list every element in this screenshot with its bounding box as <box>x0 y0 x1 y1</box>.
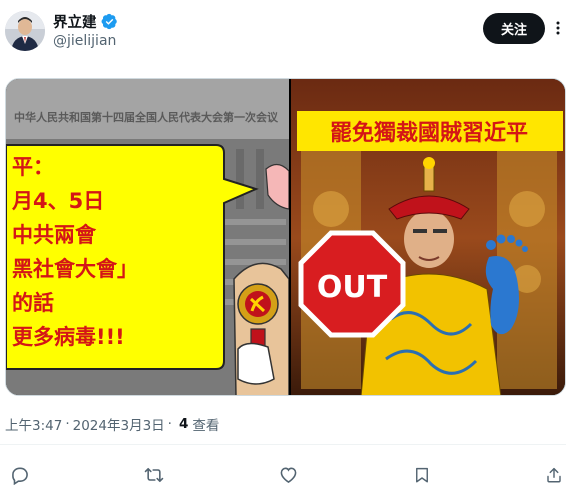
views-label: 查看 <box>192 418 220 434</box>
follow-button[interactable]: 关注 <box>483 13 545 44</box>
bookmark-icon[interactable] <box>410 463 434 487</box>
verified-badge-icon <box>101 13 118 30</box>
tweet-time[interactable]: 上午3:47 <box>5 414 62 434</box>
share-icon[interactable] <box>542 463 566 487</box>
meta-separator: · <box>65 416 70 432</box>
media-image-left[interactable]: 中华人民共和国第十四届全国人民代表大会第一次会议 平： 月4、5日 中共兩會 黑… <box>6 79 290 395</box>
media-image-right[interactable]: 罷免獨裁國賊習近平 OUT <box>291 79 565 395</box>
stop-sign-text: OUT <box>317 270 388 305</box>
speech-line-4: 黑社會大會」 <box>12 257 138 281</box>
speech-line-5: 的話 <box>12 291 54 315</box>
meta-separator-2: · <box>167 416 172 432</box>
stop-sign-icon: OUT <box>298 230 406 338</box>
author-name[interactable]: 界立建 <box>53 11 97 32</box>
divider <box>0 444 566 445</box>
tweet-header: 界立建 @jielijian 关注 <box>0 0 566 70</box>
tweet-date[interactable]: 2024年3月3日 <box>73 414 165 434</box>
speech-line-1: 平： <box>12 155 54 179</box>
tweet-meta: 上午3:47 · 2024年3月3日 · 4 查看 <box>5 414 219 434</box>
speech-line-6: 更多病毒!!! <box>12 325 125 349</box>
left-banner-text: 中华人民共和国第十四届全国人民代表大会第一次会议 <box>14 110 279 124</box>
more-options-icon[interactable] <box>550 17 566 39</box>
speech-line-3: 中共兩會 <box>12 223 97 247</box>
tweet-media[interactable]: 中华人民共和国第十四届全国人民代表大会第一次会议 平： 月4、5日 中共兩會 黑… <box>5 78 566 396</box>
speech-line-2: 月4、5日 <box>11 189 104 213</box>
avatar[interactable] <box>5 11 45 51</box>
right-banner-text: 罷免獨裁國賊習近平 <box>330 120 528 146</box>
like-icon[interactable] <box>276 463 300 487</box>
action-bar <box>0 455 566 495</box>
retweet-icon[interactable] <box>142 463 166 487</box>
reply-icon[interactable] <box>8 463 32 487</box>
views-count: 4 <box>178 416 189 432</box>
author-handle[interactable]: @jielijian <box>53 33 116 49</box>
